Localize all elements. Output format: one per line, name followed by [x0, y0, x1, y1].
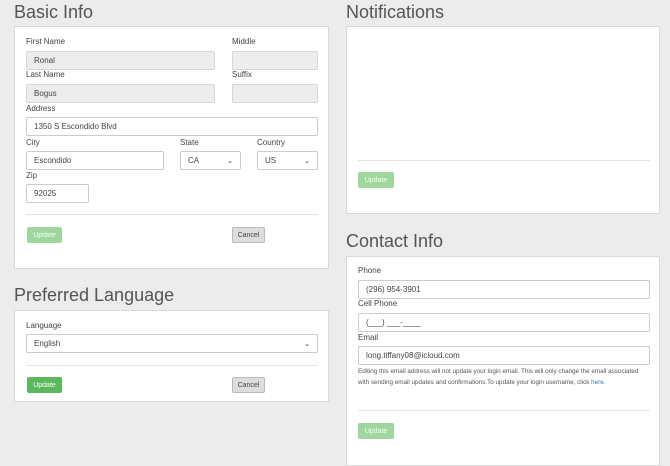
address-field[interactable]: 1350 S Escondido Blvd [26, 117, 318, 136]
first-name-label: First Name [26, 37, 66, 46]
city-field[interactable]: Escondido [26, 151, 164, 170]
divider [358, 410, 650, 411]
chevron-down-icon: ⌄ [227, 157, 233, 165]
last-name-field[interactable]: Bogus [26, 84, 215, 103]
email-field[interactable]: long.tiffany08@icloud.com [358, 346, 650, 365]
phone-label: Phone [358, 266, 382, 275]
cell-phone-field[interactable]: (___) ___-____ [358, 313, 650, 332]
chevron-down-icon: ⌄ [304, 340, 310, 348]
basic-info-update-button[interactable]: Update [27, 227, 62, 243]
basic-info-title: Basic Info [14, 2, 94, 22]
suffix-field[interactable] [232, 84, 318, 103]
divider [358, 160, 650, 161]
first-name-field[interactable]: Ronal [26, 51, 215, 70]
last-name-label: Last Name [26, 70, 65, 79]
notifications-title: Notifications [346, 2, 445, 22]
language-label: Language [26, 321, 62, 330]
state-select[interactable]: CA ⌄ [180, 151, 241, 170]
zip-label: Zip [26, 171, 38, 180]
country-select-value: US [265, 156, 277, 165]
middle-label: Middle [232, 37, 256, 46]
cell-phone-label: Cell Phone [358, 299, 398, 308]
basic-info-cancel-button[interactable]: Cancel [232, 227, 265, 243]
chevron-down-icon: ⌄ [304, 157, 310, 165]
state-label: State [180, 138, 199, 147]
city-label: City [26, 138, 40, 147]
language-select[interactable]: English ⌄ [26, 334, 318, 353]
contact-info-title: Contact Info [346, 231, 444, 251]
notifications-update-button[interactable]: Update [358, 172, 394, 188]
language-select-value: English [34, 339, 61, 348]
basic-info-panel: First Name Ronal Middle Last Name Bogus … [14, 26, 329, 269]
contact-info-update-button[interactable]: Update [358, 423, 394, 439]
country-select[interactable]: US ⌄ [257, 151, 318, 170]
contact-info-panel: Phone (296) 954-3901 Cell Phone (___) __… [346, 256, 660, 466]
middle-field[interactable] [232, 51, 318, 70]
preferred-language-title: Preferred Language [14, 285, 175, 305]
preferred-language-panel: Language English ⌄ Update Cancel [14, 310, 329, 402]
language-update-button[interactable]: Update [27, 377, 62, 393]
zip-field[interactable]: 92025 [26, 184, 89, 203]
address-label: Address [26, 104, 56, 113]
suffix-label: Suffix [232, 70, 252, 79]
divider [26, 365, 318, 366]
login-username-link[interactable]: here. [591, 379, 605, 386]
country-label: Country [257, 138, 286, 147]
phone-field[interactable]: (296) 954-3901 [358, 280, 650, 299]
state-select-value: CA [188, 156, 200, 165]
email-label: Email [358, 333, 379, 342]
email-help-text: Editing this email address will not upda… [358, 366, 650, 388]
notifications-panel: Update [346, 26, 660, 214]
language-cancel-button[interactable]: Cancel [232, 377, 265, 393]
divider [26, 214, 318, 215]
